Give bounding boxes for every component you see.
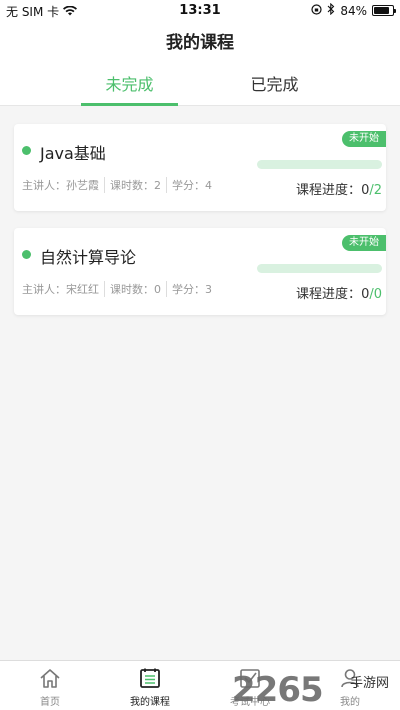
course-lecturer: 主讲人：孙艺霞	[22, 179, 99, 192]
active-tab-indicator	[81, 103, 178, 106]
progress-label: 课程进度：	[296, 287, 362, 302]
course-tabs: 未完成 已完成	[0, 64, 400, 106]
nav-home[interactable]: 首页	[0, 661, 100, 710]
meta-divider	[104, 281, 105, 297]
page-title: 我的课程	[166, 33, 234, 53]
course-card[interactable]: 未开始 自然计算导论 主讲人：宋红红 课时数：0 学分：3 课程进度：0/0	[14, 228, 386, 315]
nav-home-label: 首页	[40, 697, 60, 708]
meta-divider	[104, 177, 105, 193]
watermark-logo: 2265 手游网	[232, 670, 400, 710]
nav-my-courses-label: 我的课程	[130, 697, 170, 708]
status-bar: 无 SIM 卡 13:31 84%	[0, 0, 400, 22]
tab-completed[interactable]: 已完成	[226, 64, 323, 106]
course-meta: 主讲人：宋红红 课时数：0 学分：3	[22, 281, 212, 297]
watermark-number: 2265	[232, 670, 324, 710]
course-progress: 课程进度：0/2	[296, 179, 382, 198]
orientation-lock-icon	[311, 3, 322, 18]
navigation-bar: 我的课程	[0, 22, 400, 64]
progress-total: /2	[369, 183, 382, 198]
course-lecturer: 主讲人：宋红红	[22, 283, 99, 296]
progress-label: 课程进度：	[296, 183, 362, 198]
course-name: 自然计算导论	[40, 248, 137, 267]
battery-icon	[372, 5, 396, 16]
course-card[interactable]: 未开始 Java基础 主讲人：孙艺霞 课时数：2 学分：4 课程进度：0/2	[14, 124, 386, 211]
status-badge: 未开始	[342, 235, 386, 251]
course-credits: 学分：3	[172, 283, 212, 296]
watermark-text: 手游网	[350, 676, 390, 691]
status-dot-icon	[22, 146, 31, 155]
course-meta: 主讲人：孙艺霞 课时数：2 学分：4	[22, 177, 212, 193]
meta-divider	[166, 281, 167, 297]
nav-my-courses[interactable]: 我的课程	[100, 661, 200, 710]
course-progress: 课程进度：0/0	[296, 283, 382, 302]
bluetooth-icon	[327, 2, 335, 18]
status-dot-icon	[22, 250, 31, 259]
course-name: Java基础	[40, 144, 106, 163]
status-right: 84%	[311, 2, 396, 18]
progress-bar	[257, 264, 382, 273]
home-icon	[40, 669, 60, 688]
status-badge: 未开始	[342, 131, 386, 147]
tab-incomplete[interactable]: 未完成	[81, 64, 178, 106]
progress-total: /0	[369, 287, 382, 302]
course-hours: 课时数：2	[110, 179, 161, 192]
meta-divider	[166, 177, 167, 193]
battery-percent: 84%	[340, 3, 367, 18]
course-hours: 课时数：0	[110, 283, 161, 296]
tab-completed-label: 已完成	[250, 75, 299, 94]
tab-incomplete-label: 未完成	[105, 75, 154, 94]
course-list-icon	[140, 668, 160, 688]
progress-bar	[257, 160, 382, 169]
course-credits: 学分：4	[172, 179, 212, 192]
